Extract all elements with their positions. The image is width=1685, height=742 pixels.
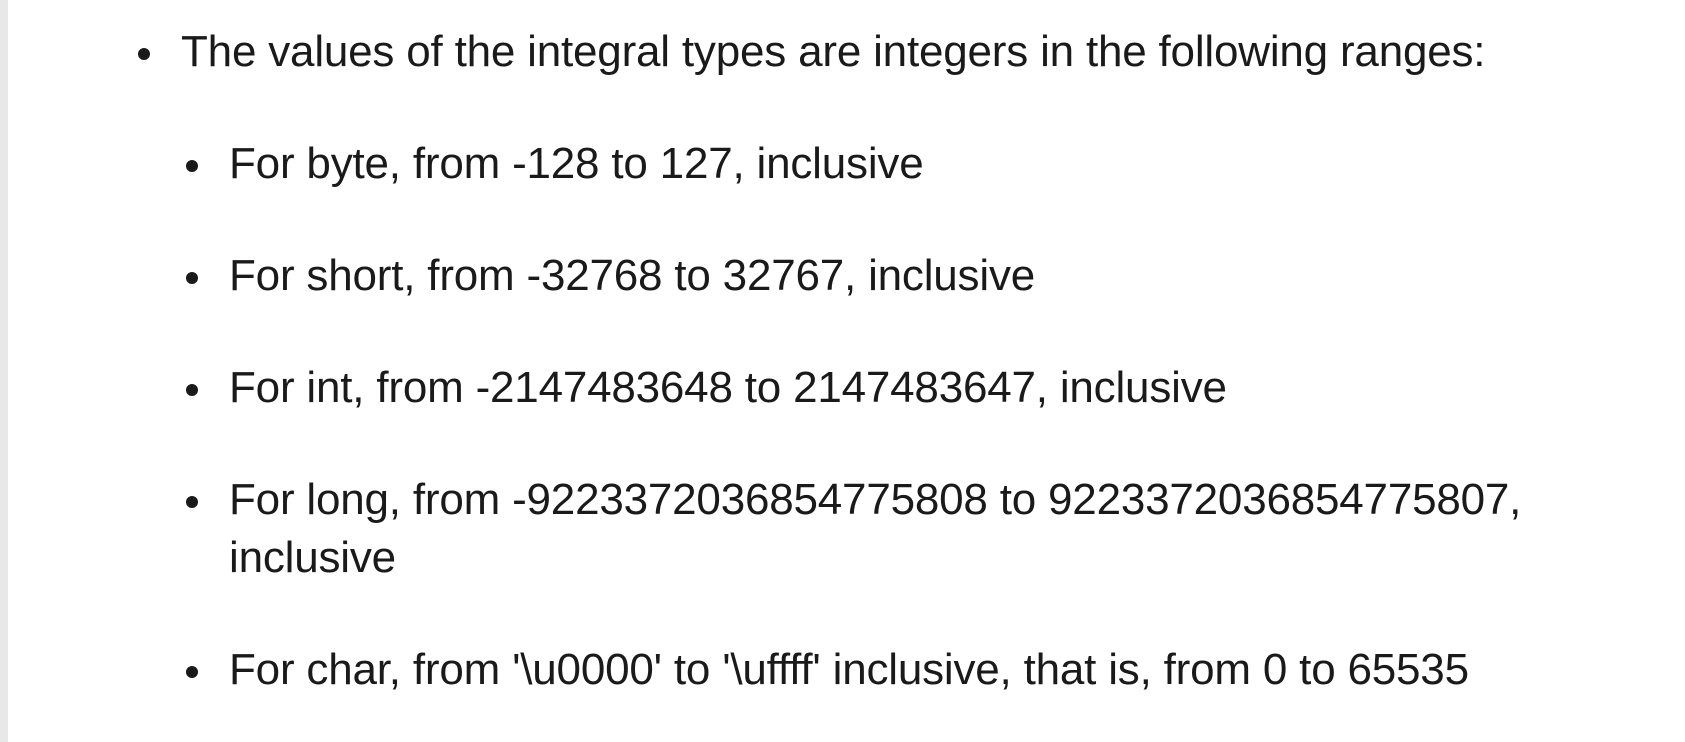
bullet-dot-icon (186, 384, 198, 396)
sub-bullet-text: For byte, from -128 to 127, inclusive (229, 139, 924, 188)
bullet-dot-icon (186, 160, 198, 172)
bullet-dot-icon (186, 272, 198, 284)
bullet-dot-icon (186, 666, 198, 678)
sub-bullet-text: For long, from -9223372036854775808 to 9… (229, 475, 1522, 582)
sub-bullet-text: For short, from -32768 to 32767, inclusi… (229, 251, 1036, 300)
document-content: The values of the integral types are int… (0, 0, 1685, 742)
sub-bullet-text: For char, from '\u0000' to '\uffff' incl… (229, 645, 1469, 694)
bullet-dot-icon (138, 48, 150, 60)
main-bullet-text: The values of the integral types are int… (181, 27, 1486, 76)
sub-bullet-text: For int, from -2147483648 to 2147483647,… (229, 363, 1227, 412)
bullet-dot-icon (186, 496, 198, 508)
